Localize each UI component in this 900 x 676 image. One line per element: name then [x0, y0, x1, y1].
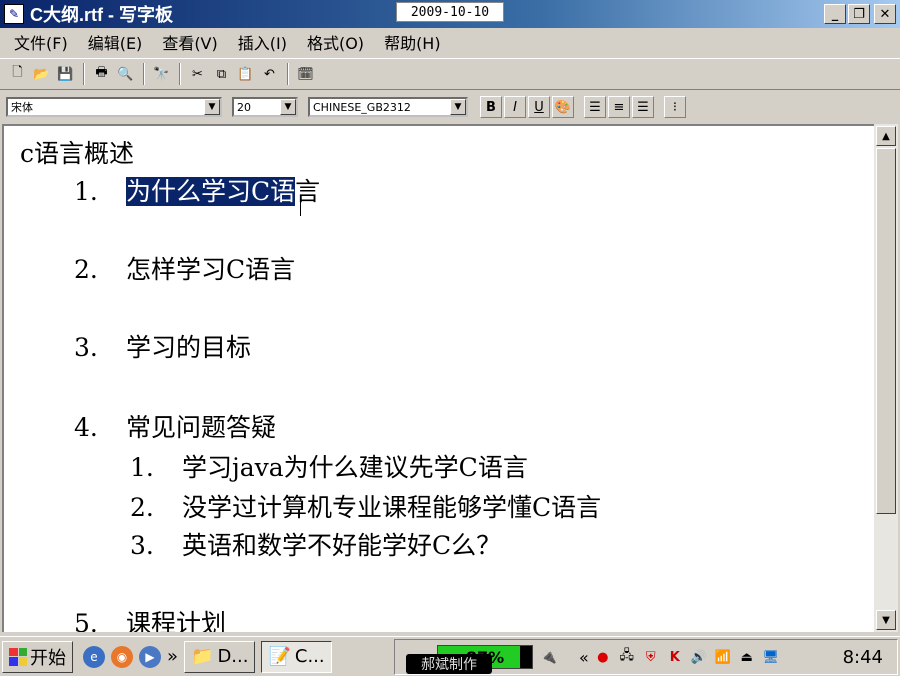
find-icon[interactable]: 🔭	[150, 63, 173, 86]
network-disconnected-icon[interactable]: 🖧	[617, 647, 637, 667]
windows-logo-icon	[9, 647, 27, 666]
watermark: 郝斌制作	[406, 654, 492, 674]
format-toolbar: 宋体 ▼ 20 ▼ CHINESE_GB2312 ▼ B I U 🎨 ☰ ≡ ☰…	[0, 92, 900, 122]
datetime-icon[interactable]: 🗓	[294, 63, 317, 86]
paste-icon[interactable]: 📋	[234, 63, 257, 86]
sub-list-item: 2. 没学过计算机专业课程能够学懂C语言	[130, 493, 602, 522]
record-icon[interactable]: ●	[593, 647, 613, 667]
new-icon[interactable]: 🗋	[6, 63, 29, 86]
doc-heading: c语言概述	[20, 139, 135, 168]
cut-icon[interactable]: ✂	[186, 63, 209, 86]
menu-bar: 文件(F) 编辑(E) 查看(V) 插入(I) 格式(O) 帮助(H)	[0, 28, 900, 56]
shield-icon[interactable]: ⛨	[641, 647, 661, 667]
close-button[interactable]: ✕	[874, 4, 896, 24]
align-left-icon[interactable]: ☰	[584, 96, 606, 118]
save-icon[interactable]: 💾	[54, 63, 77, 86]
quick-launch-more[interactable]: »	[167, 646, 178, 667]
task-button-folder[interactable]: 📁 D...	[184, 640, 256, 673]
sub-list-item: 3. 英语和数学不好能学好C么？	[130, 531, 502, 560]
start-label: 开始	[30, 647, 66, 669]
task-button-wordpad[interactable]: 📝 C...	[261, 640, 332, 673]
tray-expand[interactable]: «	[579, 648, 589, 667]
menu-format[interactable]: 格式(O)	[297, 30, 374, 54]
volume-icon[interactable]: 🔊	[689, 647, 709, 667]
list-item: 5. 课程计划	[74, 609, 227, 632]
scroll-up-icon[interactable]: ▲	[876, 126, 896, 146]
text-cursor-icon	[300, 198, 308, 216]
font-name-value: 宋体	[11, 101, 33, 114]
restore-button[interactable]: ❐	[848, 4, 870, 24]
vertical-scrollbar[interactable]: ▲ ▼	[874, 124, 898, 632]
italic-button[interactable]: I	[504, 96, 526, 118]
selected-text: 为什么学习C语	[126, 177, 296, 206]
script-value: CHINESE_GB2312	[313, 100, 411, 114]
underline-button[interactable]: U	[528, 96, 550, 118]
color-palette-icon[interactable]: 🎨	[552, 96, 574, 118]
toolbar-separator	[83, 63, 85, 85]
quick-launch: e ◉ ▶ »	[83, 645, 178, 668]
print-icon[interactable]: 🖶	[90, 63, 113, 86]
bold-button[interactable]: B	[480, 96, 502, 118]
list-item: 4. 常见问题答疑	[74, 413, 277, 442]
folder-icon: 📁	[191, 646, 214, 667]
font-size-combo[interactable]: 20 ▼	[232, 97, 298, 117]
scrollbar-thumb[interactable]	[876, 148, 896, 514]
scroll-down-icon[interactable]: ▼	[876, 610, 896, 630]
chevron-down-icon[interactable]: ▼	[204, 99, 220, 115]
sub-list-item: 1. 学习java为什么建议先学C语言	[130, 453, 528, 482]
menu-insert[interactable]: 插入(I)	[228, 30, 297, 54]
toolbar-separator	[143, 63, 145, 85]
wordpad-icon: 📝	[268, 646, 291, 667]
safely-remove-icon[interactable]: ⏏	[737, 647, 757, 667]
align-right-icon[interactable]: ☰	[632, 96, 654, 118]
script-combo[interactable]: CHINESE_GB2312 ▼	[308, 97, 468, 117]
ie-icon[interactable]: e	[83, 645, 105, 668]
firefox-icon[interactable]: ◉	[111, 645, 133, 668]
media-player-icon[interactable]: ▶	[139, 645, 161, 668]
kaspersky-icon[interactable]: K	[665, 647, 685, 667]
toolbar-separator	[179, 63, 181, 85]
start-button[interactable]: 开始	[2, 640, 73, 673]
standard-toolbar: 🗋 📂 💾 🖶 🔍 🔭 ✂ ⧉ 📋 ↶ 🗓	[0, 58, 900, 90]
font-name-combo[interactable]: 宋体 ▼	[6, 97, 222, 117]
chevron-down-icon[interactable]: ▼	[450, 99, 466, 115]
display-icon[interactable]: 🖥	[761, 647, 781, 667]
print-preview-icon[interactable]: 🔍	[114, 63, 137, 86]
list-item: 3. 学习的目标	[74, 333, 252, 362]
align-center-icon[interactable]: ≡	[608, 96, 630, 118]
menu-file[interactable]: 文件(F)	[4, 30, 78, 54]
signal-icon[interactable]: 📶	[713, 647, 733, 667]
chevron-down-icon[interactable]: ▼	[280, 99, 296, 115]
toolbar-separator	[287, 63, 289, 85]
copy-icon[interactable]: ⧉	[210, 63, 233, 86]
document-area[interactable]: c语言概述 1. 为什么学习C语言 2. 怎样学习C语言 3. 学习的目标 4. 常见问…	[2, 124, 874, 632]
wordpad-app-icon[interactable]: ✎	[4, 4, 24, 24]
menu-help[interactable]: 帮助(H)	[374, 30, 451, 54]
title-bar[interactable]: ✎ C大纲.rtf - 写字板 2009-10-10 _ ❐ ✕	[0, 0, 900, 28]
font-size-value: 20	[237, 100, 251, 114]
window-title: C大纲.rtf - 写字板	[30, 5, 173, 25]
undo-icon[interactable]: ↶	[258, 63, 281, 86]
power-plug-icon[interactable]: 🔌	[539, 647, 559, 667]
bullets-icon[interactable]: ⁝	[664, 96, 686, 118]
clock[interactable]: 8:44	[843, 647, 883, 668]
menu-view[interactable]: 查看(V)	[152, 30, 227, 54]
date-overlay: 2009-10-10	[396, 2, 504, 22]
menu-edit[interactable]: 编辑(E)	[78, 30, 153, 54]
list-item: 1. 为什么学习C语言	[74, 177, 321, 206]
minimize-button[interactable]: _	[824, 4, 846, 24]
list-item: 2. 怎样学习C语言	[74, 255, 296, 284]
open-icon[interactable]: 📂	[30, 63, 53, 86]
